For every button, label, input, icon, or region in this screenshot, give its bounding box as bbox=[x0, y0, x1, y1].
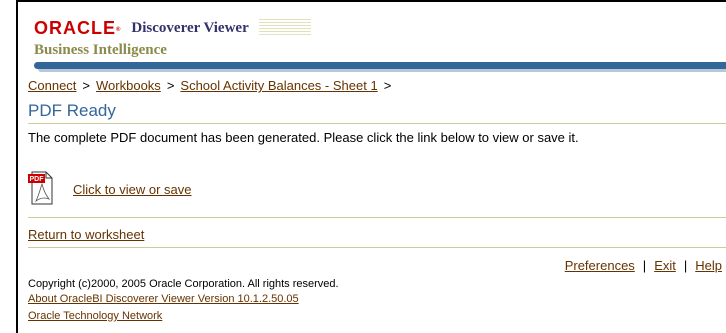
page-title: PDF Ready bbox=[28, 101, 116, 120]
global-header-bar-shadow bbox=[38, 69, 726, 72]
breadcrumb-separator: > bbox=[82, 78, 91, 93]
breadcrumb: Connect > Workbooks > School Activity Balanc… bbox=[28, 78, 397, 94]
breadcrumb-separator: > bbox=[166, 78, 175, 93]
instruction-text: The complete PDF document has been gener… bbox=[28, 130, 579, 145]
brand-stripes-decoration bbox=[258, 19, 311, 37]
exit-link[interactable]: Exit bbox=[654, 258, 676, 273]
global-header-bar bbox=[34, 62, 726, 69]
help-link[interactable]: Help bbox=[695, 258, 722, 273]
global-link-separator: | bbox=[642, 258, 647, 273]
product-name: Discoverer Viewer bbox=[131, 20, 249, 36]
pdf-icon-label: PDF bbox=[30, 176, 45, 183]
about-link[interactable]: About OracleBI Discoverer Viewer Version… bbox=[28, 292, 299, 306]
preferences-link[interactable]: Preferences bbox=[565, 258, 635, 273]
breadcrumb-separator: > bbox=[383, 78, 392, 93]
breadcrumb-connect[interactable]: Connect bbox=[28, 78, 76, 93]
footer-divider bbox=[28, 247, 726, 248]
oracle-logo: ORACLE® bbox=[34, 18, 122, 38]
view-or-save-pdf-link[interactable]: Click to view or save bbox=[73, 182, 191, 198]
page-frame: ORACLE® Discoverer Viewer Business Intel… bbox=[16, 0, 726, 333]
return-to-worksheet-link[interactable]: Return to worksheet bbox=[28, 227, 144, 243]
sub-brand: Business Intelligence bbox=[34, 42, 167, 58]
breadcrumb-worksheet[interactable]: School Activity Balances - Sheet 1 bbox=[180, 78, 377, 93]
pdf-file-icon[interactable]: PDF bbox=[28, 170, 54, 206]
breadcrumb-workbooks[interactable]: Workbooks bbox=[96, 78, 161, 93]
global-links: Preferences | Exit | Help bbox=[565, 258, 722, 274]
copyright-text: Copyright (c)2000, 2005 Oracle Corporati… bbox=[28, 278, 339, 290]
branding: ORACLE® Discoverer Viewer Business Intel… bbox=[34, 18, 311, 60]
content-divider bbox=[28, 217, 726, 218]
title-divider bbox=[28, 123, 726, 124]
oracle-technology-network-link[interactable]: Oracle Technology Network bbox=[28, 309, 162, 323]
global-link-separator: | bbox=[683, 258, 688, 273]
